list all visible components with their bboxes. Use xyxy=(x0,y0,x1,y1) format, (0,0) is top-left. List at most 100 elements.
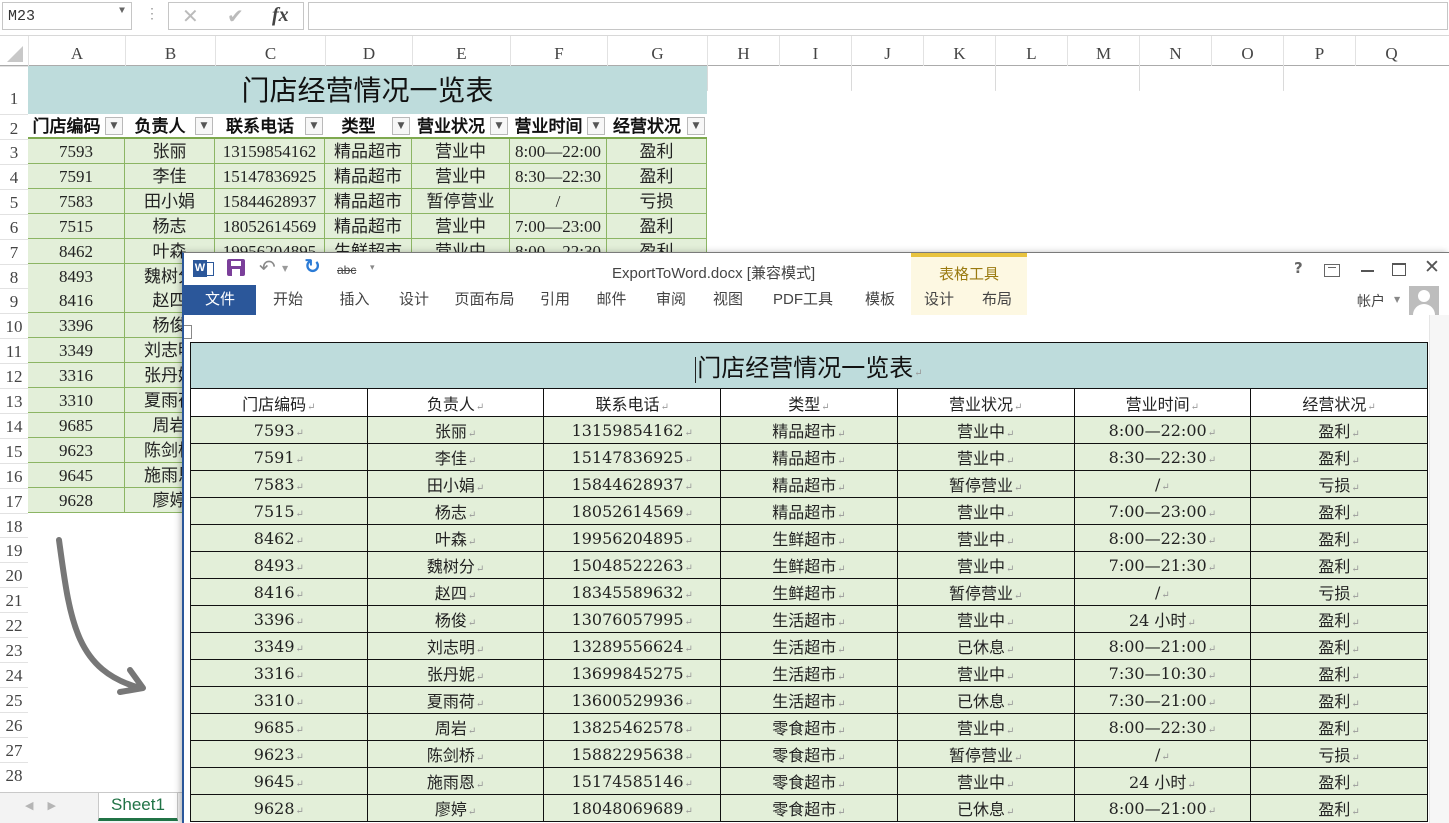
vertical-scrollbar[interactable] xyxy=(1429,315,1449,823)
excel-cell[interactable]: 盈利 xyxy=(607,139,707,163)
enter-check-icon[interactable]: ✔ xyxy=(227,4,244,28)
excel-cell[interactable]: 7583 xyxy=(28,188,125,213)
row-header-22[interactable]: 22 xyxy=(0,612,28,637)
word-table-cell[interactable]: 8:00—21:00↵ xyxy=(1073,794,1252,822)
word-table-cell[interactable]: 施雨恩↵ xyxy=(366,767,545,795)
excel-cell[interactable]: 3396 xyxy=(28,313,125,338)
word-table-cell[interactable]: 15882295638↵ xyxy=(543,740,722,768)
excel-cell[interactable]: 8493 xyxy=(28,263,125,288)
table-move-handle-icon[interactable] xyxy=(184,325,192,339)
row-header-4[interactable]: 4 xyxy=(0,163,28,189)
excel-header-cell[interactable]: 营业时间 ▼ xyxy=(510,114,607,139)
word-table-cell[interactable]: 24 小时↵ xyxy=(1073,605,1252,633)
excel-header-cell[interactable]: 类型 ▼ xyxy=(325,114,412,139)
word-table-cell[interactable]: 暂停营业↵ xyxy=(896,740,1075,768)
ribbon-tab-0[interactable]: 文件 xyxy=(184,285,256,315)
help-icon[interactable]: ? xyxy=(1294,259,1303,277)
word-table-cell[interactable]: 零食超市↵ xyxy=(720,740,898,768)
word-table-cell[interactable]: 零食超市↵ xyxy=(720,767,898,795)
row-header-27[interactable]: 27 xyxy=(0,736,28,762)
excel-cell[interactable]: 杨志 xyxy=(125,213,215,238)
column-header-o[interactable]: O xyxy=(1211,36,1283,66)
word-table-cell[interactable]: 19956204895↵ xyxy=(543,524,722,552)
word-table-cell[interactable]: 陈剑桥↵ xyxy=(366,740,545,768)
filter-dropdown-icon[interactable]: ▼ xyxy=(195,117,213,135)
maximize-icon[interactable] xyxy=(1392,263,1406,276)
sheet-nav-arrows-icon[interactable]: ◀▶ xyxy=(25,799,70,812)
excel-cell[interactable]: 盈利 xyxy=(607,213,707,238)
word-table-cell[interactable]: 9685↵ xyxy=(190,713,368,741)
word-table-cell[interactable]: 13289556624↵ xyxy=(543,632,722,660)
select-all-button[interactable] xyxy=(0,36,28,66)
sheet-tab-sheet1[interactable]: Sheet1 xyxy=(98,793,178,821)
word-table-cell[interactable]: 7:00—23:00↵ xyxy=(1073,497,1252,525)
word-table-cell[interactable]: 7591↵ xyxy=(190,443,368,471)
excel-cell[interactable]: 8416 xyxy=(28,288,125,313)
word-table-cell[interactable]: 15048522263↵ xyxy=(543,551,722,579)
excel-cell[interactable]: 7591 xyxy=(28,163,125,188)
row-header-19[interactable]: 19 xyxy=(0,537,28,562)
word-table-cell[interactable]: 盈利↵ xyxy=(1250,632,1428,660)
word-table-cell[interactable]: 精品超市↵ xyxy=(720,497,898,525)
spelling-icon[interactable]: abc xyxy=(337,263,356,283)
ribbon-tab-1[interactable]: 开始 xyxy=(256,285,320,315)
ribbon-tab-10[interactable]: 模板 xyxy=(849,285,911,315)
word-table-cell[interactable]: 8:00—22:30↵ xyxy=(1073,713,1252,741)
word-table-cell[interactable]: 夏雨荷↵ xyxy=(366,686,545,714)
word-table-cell[interactable]: 魏树分↵ xyxy=(366,551,545,579)
word-table-cell[interactable]: 精品超市↵ xyxy=(720,470,898,498)
word-table-cell[interactable]: 盈利↵ xyxy=(1250,551,1428,579)
ribbon-tab-3[interactable]: 设计 xyxy=(389,285,439,315)
word-table-cell[interactable]: 盈利↵ xyxy=(1250,686,1428,714)
word-table-cell[interactable]: 9623↵ xyxy=(190,740,368,768)
column-header-h[interactable]: H xyxy=(707,36,779,66)
word-table-cell[interactable]: 零食超市↵ xyxy=(720,713,898,741)
excel-cell[interactable]: 9623 xyxy=(28,437,125,462)
word-table-cell[interactable]: 生鲜超市↵ xyxy=(720,524,898,552)
ribbon-tab-12[interactable]: 布局 xyxy=(972,285,1022,315)
word-table-cell[interactable]: 7583↵ xyxy=(190,470,368,498)
row-header-10[interactable]: 10 xyxy=(0,313,28,338)
excel-table-title[interactable]: 门店经营情况一览表 xyxy=(28,66,707,114)
filter-dropdown-icon[interactable]: ▼ xyxy=(687,117,705,135)
word-table-cell[interactable]: 18052614569↵ xyxy=(543,497,722,525)
column-header-i[interactable]: I xyxy=(779,36,851,66)
save-icon[interactable] xyxy=(227,259,245,276)
excel-cell[interactable]: 3316 xyxy=(28,363,125,388)
word-table-cell[interactable]: 8:00—22:00↵ xyxy=(1073,416,1252,444)
filter-dropdown-icon[interactable]: ▼ xyxy=(587,117,605,135)
word-table-cell[interactable]: 盈利↵ xyxy=(1250,416,1428,444)
column-header-m[interactable]: M xyxy=(1067,36,1139,66)
row-header-26[interactable]: 26 xyxy=(0,711,28,737)
excel-cell[interactable]: 营业中 xyxy=(412,139,510,163)
word-table-cell[interactable]: 盈利↵ xyxy=(1250,713,1428,741)
word-table-cell[interactable]: 盈利↵ xyxy=(1250,443,1428,471)
excel-cell[interactable]: 9685 xyxy=(28,412,125,437)
word-table-cell[interactable]: 李佳↵ xyxy=(366,443,545,471)
word-table-title-cell[interactable]: 门店经营情况一览表↵ xyxy=(190,342,1428,389)
word-table-cell[interactable]: 7:30—21:00↵ xyxy=(1073,686,1252,714)
row-header-2[interactable]: 2 xyxy=(0,114,28,139)
excel-cell[interactable]: 营业中 xyxy=(412,213,510,238)
word-table-cell[interactable]: 营业中↵ xyxy=(896,416,1075,444)
word-table-cell[interactable]: 杨志↵ xyxy=(366,497,545,525)
row-header-24[interactable]: 24 xyxy=(0,661,28,687)
word-table-cell[interactable]: 8416↵ xyxy=(190,578,368,606)
row-header-6[interactable]: 6 xyxy=(0,213,28,239)
word-table-cell[interactable]: 营业中↵ xyxy=(896,659,1075,687)
excel-header-cell[interactable]: 联系电话 ▼ xyxy=(215,114,325,139)
word-table-cell[interactable]: 生鲜超市↵ xyxy=(720,551,898,579)
excel-cell[interactable]: / xyxy=(510,188,607,213)
excel-cell[interactable]: 15844628937 xyxy=(215,188,325,213)
word-table-cell[interactable]: 已休息↵ xyxy=(896,794,1075,822)
word-table-cell[interactable]: 13159854162↵ xyxy=(543,416,722,444)
word-table-cell[interactable]: 营业中↵ xyxy=(896,497,1075,525)
word-logo-icon[interactable]: W xyxy=(193,259,215,279)
row-header-5[interactable]: 5 xyxy=(0,188,28,214)
excel-cell[interactable]: 7515 xyxy=(28,213,125,238)
ribbon-tab-2[interactable]: 插入 xyxy=(320,285,389,315)
word-table-cell[interactable]: 亏损↵ xyxy=(1250,740,1428,768)
row-header-8[interactable]: 8 xyxy=(0,263,28,289)
word-table-cell[interactable]: 营业中↵ xyxy=(896,524,1075,552)
name-box[interactable]: M23 ▼ xyxy=(2,2,132,30)
